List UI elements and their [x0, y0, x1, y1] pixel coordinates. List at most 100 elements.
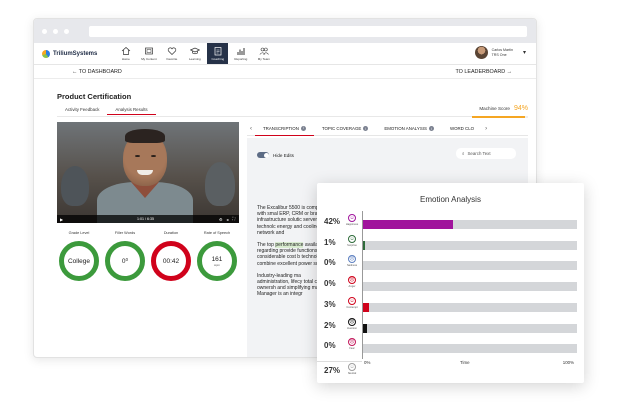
volume-icon[interactable]: ◂ [226, 217, 228, 222]
metric-label: Grade Level [68, 231, 90, 235]
info-icon[interactable]: i [428, 126, 434, 131]
nav-label: My Team [257, 57, 270, 61]
metric-value: College [67, 257, 91, 265]
tab-activity-feedback[interactable]: Activity Feedback [57, 105, 107, 115]
home-icon [121, 47, 131, 55]
back-to-dashboard-link[interactable]: ← TO DASHBOARD [72, 69, 122, 75]
emotion-label: Fear [349, 347, 355, 351]
emotion-label: Surprise [347, 243, 357, 247]
machine-score-bar [472, 116, 528, 118]
emotion-percent: 42% [324, 217, 341, 226]
transcript-text-run: The top [257, 242, 276, 249]
play-icon[interactable]: ▶ [60, 217, 63, 222]
metric-value: 00:42 [162, 257, 180, 265]
video-player[interactable]: ▶ 1:01 / 6:35 ⚙ ◂ ⛶ [57, 122, 239, 223]
browser-chrome [34, 19, 536, 43]
window-dot[interactable] [42, 28, 47, 34]
info-icon[interactable]: i [363, 126, 369, 131]
nav-label: Learning [189, 57, 201, 61]
chevron-right-icon[interactable]: › [482, 126, 490, 132]
nav-label: Coaching [211, 57, 225, 61]
highlighted-word[interactable]: performance [275, 242, 304, 249]
tab-word-cloud[interactable]: WORD CLO [442, 122, 482, 136]
emotion-percent: 1% [324, 237, 336, 247]
tab-divider [57, 116, 527, 117]
nav-label: Favorite [166, 57, 178, 61]
metric-gauge: 0⁰ [105, 241, 145, 281]
tab-analysis-results[interactable]: Analysis Results [107, 105, 156, 115]
emotion-label: Happiness [345, 223, 359, 226]
nav-item-home[interactable]: Home [115, 43, 136, 64]
nav-item-my-content[interactable]: My Content [138, 43, 159, 64]
analysis-tabs: ‹ TRANSCRIPTION i TOPIC COVERAGE i EMOTI… [247, 122, 528, 136]
chevron-down-icon: ▾ [522, 50, 526, 56]
video-controls: ▶ 1:01 / 6:35 ⚙ ◂ ⛶ [57, 215, 239, 223]
nav-item-learning[interactable]: Learning [184, 43, 205, 64]
app-navbar: TriliumSystems Home My Content Favorite [34, 43, 536, 65]
nav-item-my-team[interactable]: My Team [253, 43, 274, 64]
window-dot[interactable] [64, 28, 69, 34]
emotion-bar [363, 240, 366, 250]
face-glyph: ☺ [348, 234, 356, 243]
to-leaderboard-link[interactable]: TO LEADERBOARD → [455, 69, 512, 75]
hide-edits-toggle[interactable] [257, 152, 269, 158]
tab-label: EMOTION ANALYSIS [384, 126, 427, 131]
aversion-icon: ☹ Aversion [344, 317, 360, 330]
speaker-smile [137, 170, 153, 175]
brand-name: TriliumSystems [53, 50, 98, 57]
speaker-eye [135, 155, 140, 157]
metric-gauge: 00:42 [151, 241, 191, 281]
emotion-row-contempt: 3% ☺ Contempt [317, 294, 584, 314]
emotion-bar-track [363, 261, 577, 271]
sadness-icon: ☹ Sadness [344, 255, 360, 267]
anger-icon: ☹ Anger [344, 276, 360, 288]
emotion-bar-track [363, 302, 577, 312]
address-bar[interactable] [89, 25, 527, 37]
metric-label: Filler Words [114, 231, 136, 235]
tab-topic-coverage[interactable]: TOPIC COVERAGE i [314, 122, 376, 136]
metric-filler-words: Filler Words 0⁰ [103, 231, 147, 281]
user-menu[interactable]: Carlos Martin TRS One ▾ [474, 46, 526, 59]
emotion-bar [363, 323, 368, 333]
emotion-label: Neutral [347, 371, 357, 375]
nav-item-coaching[interactable]: Coaching [207, 43, 229, 64]
emotion-row-anger: 0% ☹ Anger [317, 273, 584, 293]
clipboard-icon [214, 47, 222, 56]
logo-icon [42, 49, 50, 58]
face-glyph: ☹ [348, 338, 356, 347]
speaker-hair [125, 129, 165, 143]
page-title: Product Certification [57, 92, 132, 101]
emotion-row-neutral: 27% ☺ Neutral [317, 360, 584, 380]
machine-score-value: 94% [513, 105, 528, 112]
graduation-cap-icon [189, 47, 200, 55]
emotion-label: Anger [348, 285, 356, 289]
tab-transcription[interactable]: TRANSCRIPTION i [255, 122, 314, 136]
metric-label: Rate of Speech [203, 231, 231, 235]
emotion-percent: 0% [324, 279, 336, 289]
background-person [61, 166, 89, 206]
window-dot[interactable] [53, 28, 58, 34]
info-icon[interactable]: i [300, 125, 306, 131]
fullscreen-icon[interactable]: ⛶ [232, 217, 235, 222]
dashboard-links: ← TO DASHBOARD TO LEADERBOARD → [34, 65, 536, 79]
team-icon [259, 47, 269, 55]
nav-item-favorite[interactable]: Favorite [161, 43, 182, 64]
marketing-stage: TriliumSystems Home My Content Favorite [0, 0, 623, 420]
surprise-icon: ☺ Surprise [344, 234, 360, 247]
chevron-left-icon[interactable]: ‹ [247, 126, 255, 132]
face-glyph: ☺ [348, 296, 356, 305]
emotion-percent: 0% [324, 258, 336, 268]
tab-emotion-analysis[interactable]: EMOTION ANALYSIS i [376, 122, 442, 136]
hide-edits-label: Hide Edits [273, 152, 294, 158]
speaker-eye [151, 155, 156, 157]
speech-metrics: Grade Level College Filler Words 0⁰ Dura… [57, 231, 239, 281]
brand-logo[interactable]: TriliumSystems [42, 49, 98, 58]
emotion-analysis-card: Emotion Analysis 0% Time 100% 42% ☺ Happin… [317, 183, 584, 383]
search-icon: ⌕ [462, 151, 465, 156]
nav-item-reporting[interactable]: Reporting [230, 43, 251, 64]
search-input[interactable]: ⌕ Search Text [456, 148, 516, 159]
settings-icon[interactable]: ⚙ [219, 217, 222, 222]
happiness-icon: ☺ Happiness [344, 214, 360, 226]
machine-score-label: Machine Score [479, 106, 510, 111]
emotion-bar-track [363, 323, 577, 333]
